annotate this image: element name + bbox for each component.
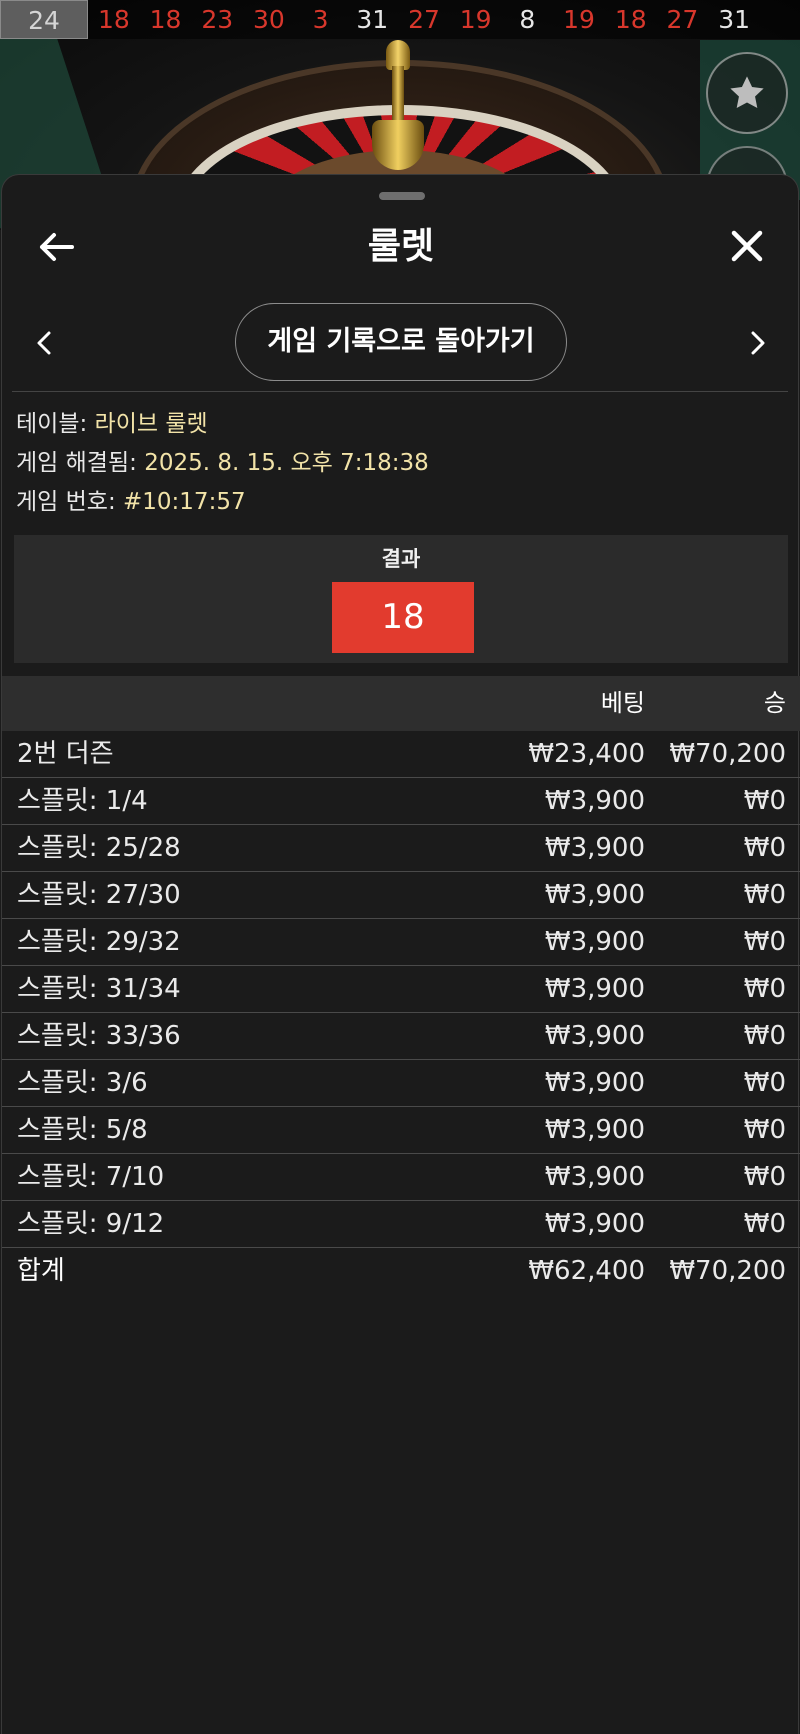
cell-win: ₩0 — [743, 786, 786, 816]
bets-table: 베팅 승 2번 더즌 ₩23,400 ₩70,200 스플릿: 1/4 ₩3,900 ₩0… — [2, 676, 800, 1295]
cell-bet: ₩3,900 — [544, 1115, 645, 1145]
cell-bet: ₩3,900 — [544, 1021, 645, 1051]
cell-bet: ₩3,900 — [544, 880, 645, 910]
resolved-value: 2025. 8. 15. 오후 7:18:38 — [144, 450, 429, 476]
table-row: 스플릿: 1/4 ₩3,900 ₩0 — [2, 778, 800, 825]
sheet-drag-handle[interactable] — [379, 192, 425, 200]
favorite-button[interactable] — [706, 52, 788, 134]
history-number: 27 — [666, 5, 699, 34]
sheet-header: 룰렛 — [2, 215, 800, 275]
cell-win: ₩0 — [743, 833, 786, 863]
cell-name: 스플릿: 5/8 — [17, 1115, 148, 1145]
total-bet: ₩62,400 — [528, 1256, 645, 1286]
history-number: 18 — [97, 5, 130, 34]
table-row: 스플릿: 3/6 ₩3,900 ₩0 — [2, 1060, 800, 1107]
table-row: 스플릿: 29/32 ₩3,900 ₩0 — [2, 919, 800, 966]
cell-win: ₩0 — [743, 1209, 786, 1239]
cell-win: ₩0 — [743, 974, 786, 1004]
chevron-left-icon — [37, 331, 51, 355]
history-number: 27 — [408, 5, 440, 34]
result-number: 18 — [332, 582, 474, 653]
next-game-button[interactable] — [738, 323, 778, 363]
cell-bet: ₩3,900 — [544, 974, 645, 1004]
history-number: 19 — [563, 5, 595, 34]
history-number: 19 — [459, 5, 492, 34]
cell-name: 스플릿: 9/12 — [17, 1209, 165, 1239]
column-header-bet: 베팅 — [600, 689, 645, 717]
history-number: 31 — [356, 5, 389, 34]
table-row: 스플릿: 27/30 ₩3,900 ₩0 — [2, 872, 800, 919]
history-number: 31 — [718, 5, 750, 34]
history-number: 23 — [201, 5, 234, 34]
star-icon — [730, 76, 764, 109]
roulette-spindle — [368, 40, 428, 170]
table-info-line: 테이블: 라이브 룰렛 — [16, 405, 429, 444]
page-title: 룰렛 — [367, 226, 435, 267]
history-latest-number: 24 — [0, 0, 88, 39]
history-number: 8 — [519, 5, 536, 34]
table-value: 라이브 룰렛 — [94, 411, 208, 437]
column-header-win: 승 — [763, 689, 786, 717]
close-button[interactable] — [724, 223, 770, 269]
result-history-strip: 24 18 18 23 30 3 31 27 19 8 19 18 27 31 — [0, 0, 800, 39]
cell-name: 스플릿: 33/36 — [17, 1021, 181, 1051]
cell-name: 스플릿: 25/28 — [17, 833, 181, 863]
game-number-value: #10:17:57 — [123, 489, 246, 515]
cell-win: ₩0 — [743, 1115, 786, 1145]
total-win: ₩70,200 — [669, 1256, 786, 1286]
table-row: 스플릿: 9/12 ₩3,900 ₩0 — [2, 1201, 800, 1248]
resolved-label: 게임 해결됨: — [16, 450, 137, 476]
cell-bet: ₩3,900 — [544, 833, 645, 863]
history-number: 18 — [149, 5, 182, 34]
table-row: 스플릿: 25/28 ₩3,900 ₩0 — [2, 825, 800, 872]
cell-name: 스플릿: 3/6 — [17, 1068, 148, 1098]
cell-bet: ₩3,900 — [544, 1068, 645, 1098]
cell-win: ₩70,200 — [669, 739, 786, 769]
table-label: 테이블: — [16, 411, 88, 437]
table-row: 스플릿: 33/36 ₩3,900 ₩0 — [2, 1013, 800, 1060]
bets-table-body: 2번 더즌 ₩23,400 ₩70,200 스플릿: 1/4 ₩3,900 ₩0 스플릿: … — [2, 731, 800, 1248]
chevron-right-icon — [751, 331, 765, 355]
result-panel: 결과 18 — [14, 535, 788, 663]
table-row: 스플릿: 31/34 ₩3,900 ₩0 — [2, 966, 800, 1013]
cell-win: ₩0 — [743, 927, 786, 957]
total-row: 합계 ₩62,400 ₩70,200 — [2, 1248, 800, 1295]
result-label: 결과 — [381, 547, 421, 571]
history-number: 3 — [312, 5, 329, 34]
cell-name: 스플릿: 29/32 — [17, 927, 181, 957]
cell-name: 스플릿: 31/34 — [17, 974, 181, 1004]
table-row: 스플릿: 5/8 ₩3,900 ₩0 — [2, 1107, 800, 1154]
cell-win: ₩0 — [743, 1068, 786, 1098]
history-number: 18 — [614, 5, 647, 34]
game-number-line: 게임 번호: #10:17:57 — [16, 483, 429, 522]
cell-name: 2번 더즌 — [17, 739, 114, 769]
cell-name: 스플릿: 7/10 — [17, 1162, 165, 1192]
cell-bet: ₩3,900 — [544, 786, 645, 816]
cell-win: ₩0 — [743, 1162, 786, 1192]
game-number-label: 게임 번호: — [16, 489, 116, 515]
resolved-info-line: 게임 해결됨: 2025. 8. 15. 오후 7:18:38 — [16, 444, 429, 483]
history-number: 30 — [253, 5, 285, 34]
divider — [12, 391, 788, 392]
cell-win: ₩0 — [743, 1021, 786, 1051]
cell-bet: ₩23,400 — [528, 739, 645, 769]
previous-game-button[interactable] — [24, 323, 64, 363]
cell-win: ₩0 — [743, 880, 786, 910]
bets-table-header: 베팅 승 — [2, 676, 800, 731]
table-row: 2번 더즌 ₩23,400 ₩70,200 — [2, 731, 800, 778]
table-row: 스플릿: 7/10 ₩3,900 ₩0 — [2, 1154, 800, 1201]
close-icon — [731, 230, 763, 262]
total-label: 합계 — [17, 1256, 65, 1286]
cell-bet: ₩3,900 — [544, 1162, 645, 1192]
game-info: 테이블: 라이브 룰렛 게임 해결됨: 2025. 8. 15. 오후 7:18… — [16, 405, 429, 522]
cell-bet: ₩3,900 — [544, 1209, 645, 1239]
game-navigation: 게임 기록으로 돌아가기 — [2, 303, 800, 383]
cell-name: 스플릿: 27/30 — [17, 880, 181, 910]
back-to-history-button[interactable]: 게임 기록으로 돌아가기 — [235, 303, 567, 381]
game-detail-sheet: 룰렛 게임 기록으로 돌아가기 테이블: 라이브 룰렛 게임 해결됨: 2025… — [1, 174, 800, 1734]
cell-name: 스플릿: 1/4 — [17, 786, 148, 816]
cell-bet: ₩3,900 — [544, 927, 645, 957]
